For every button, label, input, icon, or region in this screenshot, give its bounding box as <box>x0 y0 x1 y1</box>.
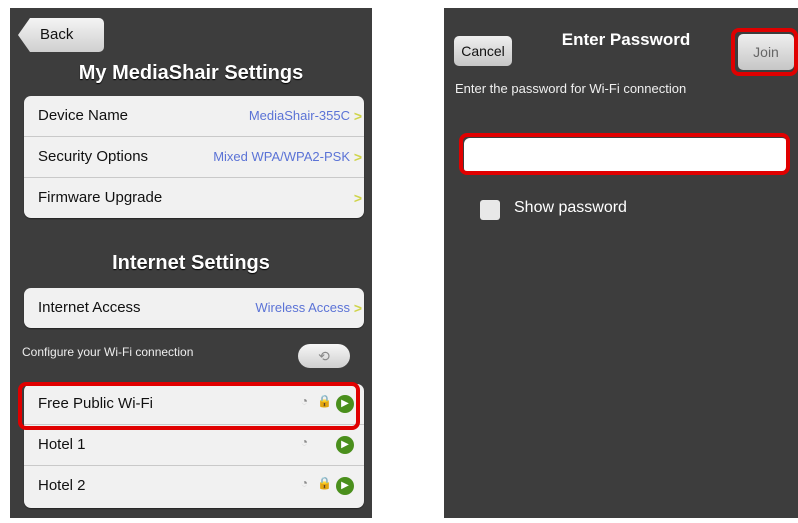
security-options-value: Mixed WPA/WPA2-PSK <box>213 149 350 164</box>
highlight-join-button <box>731 28 798 76</box>
password-prompt: Enter the password for Wi-Fi connection <box>455 81 687 96</box>
wifi-signal-icon: ◔ <box>300 476 308 490</box>
wifi-caption: Configure your Wi-Fi connection <box>22 345 194 359</box>
refresh-icon: ⟲ <box>318 348 330 364</box>
chevron-right-icon: > <box>353 300 362 316</box>
internet-settings-title: Internet Settings <box>112 252 270 274</box>
firmware-upgrade-label: Firmware Upgrade <box>38 189 163 206</box>
show-password-checkbox[interactable] <box>480 200 500 220</box>
password-screen: Cancel Enter Password Join Enter the pas… <box>444 8 798 518</box>
chevron-right-icon: > <box>353 108 362 124</box>
network-row-hotel-2[interactable]: Hotel 2 ◔ 🔒 ▶ <box>24 466 364 506</box>
arrow-right-circle-icon[interactable]: ▶ <box>336 436 354 454</box>
device-name-value: MediaShair-355C <box>248 108 350 123</box>
internet-access-value: Wireless Access <box>255 300 350 315</box>
lock-icon: 🔒 <box>317 476 332 490</box>
device-name-row[interactable]: Device Name MediaShair-355C > <box>24 96 364 137</box>
password-title: Enter Password <box>561 30 691 49</box>
refresh-button[interactable]: ⟲ <box>298 344 350 368</box>
wifi-signal-icon: ◔ <box>300 435 308 449</box>
firmware-upgrade-row[interactable]: Firmware Upgrade > <box>24 178 364 218</box>
network-row-hotel-1[interactable]: Hotel 1 ◔ ▶ <box>24 425 364 466</box>
arrow-right-circle-icon[interactable]: ▶ <box>336 477 354 495</box>
network-name: Hotel 1 <box>38 436 86 453</box>
internet-access-label: Internet Access <box>38 299 141 316</box>
highlight-password-input <box>459 133 790 175</box>
highlight-free-public-wifi <box>18 382 360 430</box>
internet-access-row[interactable]: Internet Access Wireless Access > <box>24 288 364 328</box>
chevron-right-icon: > <box>353 190 362 206</box>
back-button-label: Back <box>40 26 74 43</box>
device-settings-group: Device Name MediaShair-355C > Security O… <box>24 96 364 218</box>
settings-screen: Back My MediaShair Settings Device Name … <box>10 8 372 518</box>
settings-title: My MediaShair Settings <box>78 62 304 84</box>
security-options-label: Security Options <box>38 148 149 165</box>
back-button[interactable]: Back <box>18 18 104 52</box>
cancel-button[interactable]: Cancel <box>454 36 512 66</box>
internet-access-group: Internet Access Wireless Access > <box>24 288 364 328</box>
network-name: Hotel 2 <box>38 477 86 494</box>
security-options-row[interactable]: Security Options Mixed WPA/WPA2-PSK > <box>24 137 364 178</box>
show-password-label: Show password <box>514 199 627 216</box>
device-name-label: Device Name <box>38 107 129 124</box>
chevron-right-icon: > <box>353 149 362 165</box>
